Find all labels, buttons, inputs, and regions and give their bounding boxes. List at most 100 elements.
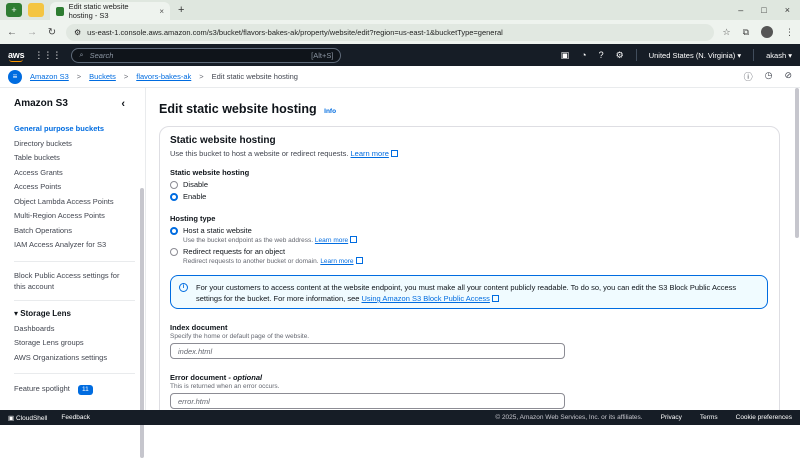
sidebar-item-access-points[interactable]: Access Points — [14, 180, 145, 195]
external-link-icon — [355, 257, 363, 264]
info-circle-icon: i — [179, 283, 188, 292]
storage-lens-group[interactable]: ▾ Storage Lens — [14, 309, 145, 318]
radio-enable[interactable]: Enable — [170, 192, 769, 201]
error-document-input[interactable]: error.html — [170, 393, 565, 409]
cloudshell-link[interactable]: ▣ CloudShell — [8, 414, 47, 422]
settings-gear-icon[interactable]: ⚙ — [616, 50, 624, 61]
sidebar-item-multi-region[interactable]: Multi-Region Access Points — [14, 209, 145, 224]
radio-redirect-circle[interactable] — [170, 248, 178, 256]
notifications-bell-icon[interactable]: ◔ — [581, 50, 586, 60]
alert-text-line-1: For your customers to access content at … — [196, 283, 737, 292]
sidebar-item-access-grants[interactable]: Access Grants — [14, 166, 145, 181]
profile-avatar[interactable] — [761, 26, 773, 38]
privacy-link[interactable]: Privacy — [661, 414, 682, 421]
sidebar-item-directory-buckets[interactable]: Directory buckets — [14, 137, 145, 152]
radio-host-static-circle[interactable] — [170, 227, 178, 235]
breadcrumb-bucket[interactable]: flavors-bakes-ak — [136, 72, 191, 81]
terms-link[interactable]: Terms — [700, 414, 718, 421]
page-scrollbar[interactable] — [795, 88, 799, 238]
radio-enable-circle[interactable] — [170, 193, 178, 201]
bookmark-star-icon[interactable]: ☆ — [722, 27, 730, 38]
history-icon[interactable]: ◷ — [765, 70, 773, 83]
maximize-icon[interactable]: □ — [761, 5, 766, 15]
extensions-icon[interactable]: ⧉ — [743, 27, 749, 38]
pinned-tab-icon[interactable] — [28, 3, 44, 17]
aws-search-input[interactable]: ⌕ Search [Alt+S] — [71, 47, 342, 63]
copyright-text: © 2025, Amazon Web Services, Inc. or its… — [495, 414, 643, 421]
reload-icon[interactable]: ↻ — [46, 27, 58, 38]
back-icon[interactable]: ← — [6, 27, 18, 38]
hosting-type-label: Hosting type — [170, 214, 216, 223]
browser-tab-strip: + Edit static website hosting - S3 × + –… — [0, 0, 800, 20]
tab-close-icon[interactable]: × — [159, 7, 164, 16]
window-controls: – □ × — [738, 5, 800, 15]
host-static-desc: Use the bucket endpoint as the web addre… — [183, 237, 314, 244]
s3-favicon-icon — [56, 6, 64, 16]
breadcrumb-amazon-s3[interactable]: Amazon S3 — [30, 72, 69, 81]
account-menu[interactable]: akash ▾ — [766, 51, 792, 60]
browser-tab-active[interactable]: Edit static website hosting - S3 × — [50, 2, 170, 20]
breadcrumb-bar: ≡ Amazon S3 > Buckets > flavors-bakes-ak… — [0, 66, 800, 88]
panel-description: Use this bucket to host a website or red… — [170, 149, 349, 158]
sidebar-item-block-public-access[interactable]: Block Public Access settings for this ac… — [14, 270, 145, 292]
cookie-preferences-link[interactable]: Cookie preferences — [736, 414, 792, 421]
sidebar-item-general-purpose-buckets[interactable]: General purpose buckets — [14, 122, 145, 137]
block-public-access-link[interactable]: Using Amazon S3 Block Public Access — [362, 294, 490, 303]
site-info-icon[interactable]: ⚙ — [74, 28, 81, 37]
radio-redirect-label: Redirect requests for an object — [183, 247, 286, 256]
sidebar-item-table-buckets[interactable]: Table buckets — [14, 151, 145, 166]
region-selector[interactable]: United States (N. Virginia) ▾ — [649, 51, 741, 60]
sidebar-item-storage-lens-groups[interactable]: Storage Lens groups — [14, 336, 145, 351]
learn-more-link[interactable]: Learn more — [315, 237, 348, 244]
learn-more-link[interactable]: Learn more — [351, 149, 389, 158]
sidebar-item-object-lambda[interactable]: Object Lambda Access Points — [14, 195, 145, 210]
hamburger-menu-icon[interactable]: ≡ — [8, 69, 22, 84]
terminal-icon: ▣ — [8, 414, 15, 422]
nav-divider — [753, 49, 755, 61]
address-text: us-east-1.console.aws.amazon.com/s3/buck… — [87, 27, 503, 37]
browser-toolbar: ← → ↻ ⚙ us-east-1.console.aws.amazon.com… — [0, 20, 800, 44]
new-tab-button[interactable]: + — [178, 4, 184, 16]
radio-host-static[interactable]: Host a static website Use the bucket end… — [170, 226, 769, 244]
browser-menu-icon[interactable]: ⋮ — [785, 27, 794, 38]
error-document-desc: This is returned when an error occurs. — [170, 383, 280, 390]
hosting-toggle-label: Static website hosting — [170, 168, 250, 177]
close-window-icon[interactable]: × — [785, 5, 790, 15]
breadcrumb-separator: > — [76, 72, 82, 81]
forward-icon[interactable]: → — [26, 27, 38, 38]
sidebar-divider — [14, 373, 135, 374]
sidebar-item-aws-organizations[interactable]: AWS Organizations settings — [14, 351, 145, 366]
redirect-desc: Redirect requests to another bucket or d… — [183, 258, 319, 265]
feedback-link[interactable]: Feedback — [61, 414, 90, 421]
aws-logo[interactable]: aws — [8, 50, 25, 62]
cloudshell-icon[interactable]: ▣ — [561, 50, 570, 61]
sidebar-item-iam-access-analyzer[interactable]: IAM Access Analyzer for S3 — [14, 238, 145, 253]
minimize-icon[interactable]: – — [738, 5, 743, 15]
index-document-input[interactable]: index.html — [170, 343, 565, 359]
sidebar-title: Amazon S3 — [14, 98, 68, 109]
sidebar-item-dashboards[interactable]: Dashboards — [14, 322, 145, 337]
share-icon[interactable]: ⊘ — [784, 70, 792, 83]
collapse-sidebar-icon[interactable]: ‹ — [121, 98, 125, 110]
breadcrumb-buckets[interactable]: Buckets — [89, 72, 116, 81]
error-document-title: Error document — [170, 373, 227, 382]
tab-group-icon[interactable]: + — [6, 3, 22, 17]
help-icon[interactable]: ? — [599, 50, 604, 60]
radio-redirect[interactable]: Redirect requests for an object Redirect… — [170, 247, 769, 265]
services-grid-icon[interactable]: ⋮⋮⋮ — [34, 50, 61, 61]
info-alert: i For your customers to access content a… — [170, 275, 768, 309]
tab-title: Edit static website hosting - S3 — [68, 2, 129, 20]
block-public-line-2: this account — [14, 281, 55, 291]
radio-disable[interactable]: Disable — [170, 180, 769, 189]
info-link[interactable]: Info — [324, 108, 336, 115]
info-panel-icon[interactable]: ⓘ — [744, 70, 753, 83]
radio-host-static-label: Host a static website — [183, 226, 252, 235]
cloudshell-label: CloudShell — [15, 414, 48, 422]
breadcrumb-current: Edit static website hosting — [211, 72, 298, 81]
sidebar-item-batch-operations[interactable]: Batch Operations — [14, 224, 145, 239]
optional-tag: - optional — [228, 373, 263, 382]
radio-disable-circle[interactable] — [170, 181, 178, 189]
address-bar[interactable]: ⚙ us-east-1.console.aws.amazon.com/s3/bu… — [66, 23, 715, 41]
learn-more-link[interactable]: Learn more — [320, 258, 353, 265]
sidebar-item-feature-spotlight[interactable]: Feature spotlight 11 — [14, 382, 145, 397]
